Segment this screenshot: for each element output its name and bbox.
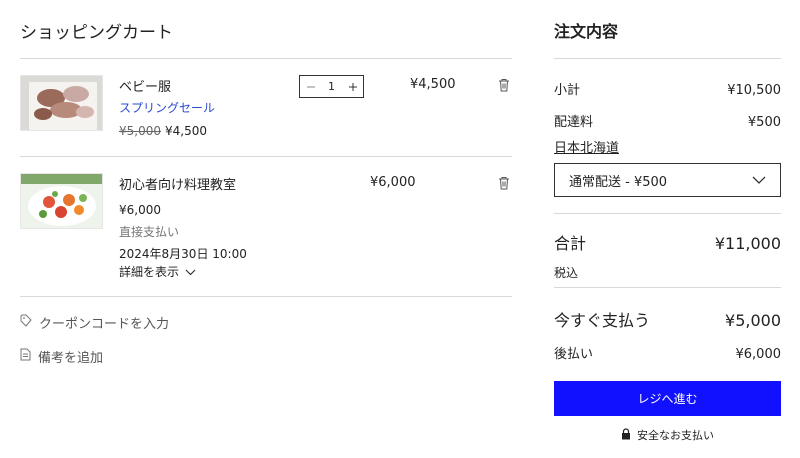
note-label: 備考を追加	[38, 351, 104, 366]
details-label: 詳細を表示	[119, 265, 180, 279]
tag-icon	[20, 314, 32, 331]
subtotal-row: 小計 ¥10,500	[554, 79, 781, 98]
shipping-row: 配達料 ¥500	[554, 111, 781, 130]
plus-icon[interactable]	[347, 81, 358, 92]
trash-icon[interactable]	[498, 175, 512, 190]
payment-note: 直接支払い	[119, 225, 180, 239]
trash-icon[interactable]	[498, 77, 512, 92]
lock-icon	[621, 427, 631, 443]
coupon-label: クーポンコードを入力	[39, 317, 170, 332]
divider	[554, 58, 781, 59]
shipping-method-select[interactable]: 通常配送 - ¥500	[554, 163, 781, 197]
details-toggle[interactable]: 詳細を表示	[119, 263, 196, 280]
shipping-label: 配達料	[554, 115, 594, 130]
cart-title: ショッピングカート	[20, 23, 173, 43]
pay-later-row: 後払い ¥6,000	[554, 343, 781, 362]
coupon-link[interactable]: クーポンコードを入力	[20, 313, 169, 332]
total-label: 合計	[554, 234, 587, 253]
summary-title: 注文内容	[554, 22, 619, 41]
original-price: ¥5,000	[119, 124, 161, 138]
minus-icon[interactable]	[305, 81, 316, 92]
pay-later-value: ¥6,000	[735, 347, 782, 362]
item-name[interactable]: ベビー服	[119, 76, 171, 95]
pay-now-value: ¥5,000	[725, 311, 781, 330]
divider	[554, 287, 781, 288]
divider	[554, 213, 781, 214]
checkout-button[interactable]: レジへ進む	[554, 381, 781, 416]
chevron-down-icon	[185, 265, 196, 279]
pay-now-label: 今すぐ支払う	[554, 311, 651, 330]
total-row: 合計 ¥11,000	[554, 230, 781, 254]
event-datetime: 2024年8月30日 10:00	[119, 247, 247, 261]
sale-price: ¥4,500	[165, 124, 207, 138]
line-total: ¥4,500	[410, 77, 456, 92]
divider	[20, 58, 512, 59]
item-price: ¥5,000 ¥4,500	[119, 124, 207, 138]
divider	[20, 156, 512, 157]
tax-note: 税込	[554, 266, 579, 280]
shipping-value: ¥500	[747, 115, 781, 130]
divider	[20, 296, 512, 297]
shipping-region-link[interactable]: 日本北海道	[554, 137, 619, 156]
quantity-value[interactable]: 1	[328, 80, 335, 93]
item-name[interactable]: 初心者向け料理教室	[119, 174, 236, 193]
secure-label: 安全なお支払い	[637, 429, 714, 442]
note-icon	[20, 348, 31, 365]
item-price: ¥6,000	[119, 203, 161, 217]
chevron-down-icon	[752, 173, 766, 188]
subtotal-label: 小計	[554, 83, 581, 98]
line-total: ¥6,000	[370, 175, 416, 190]
subtotal-value: ¥10,500	[727, 83, 781, 98]
pay-later-label: 後払い	[554, 347, 594, 362]
secure-payment-note: 安全なお支払い	[554, 427, 781, 443]
product-image-cooking-class[interactable]	[20, 173, 103, 229]
product-image-baby-clothes[interactable]	[20, 75, 103, 131]
add-note-link[interactable]: 備考を追加	[20, 347, 103, 366]
shipping-option: 通常配送 - ¥500	[569, 174, 668, 190]
quantity-stepper[interactable]: 1	[299, 75, 364, 98]
sale-label: スプリングセール	[119, 101, 216, 115]
pay-now-row: 今すぐ支払う ¥5,000	[554, 307, 781, 331]
total-value: ¥11,000	[714, 234, 781, 253]
